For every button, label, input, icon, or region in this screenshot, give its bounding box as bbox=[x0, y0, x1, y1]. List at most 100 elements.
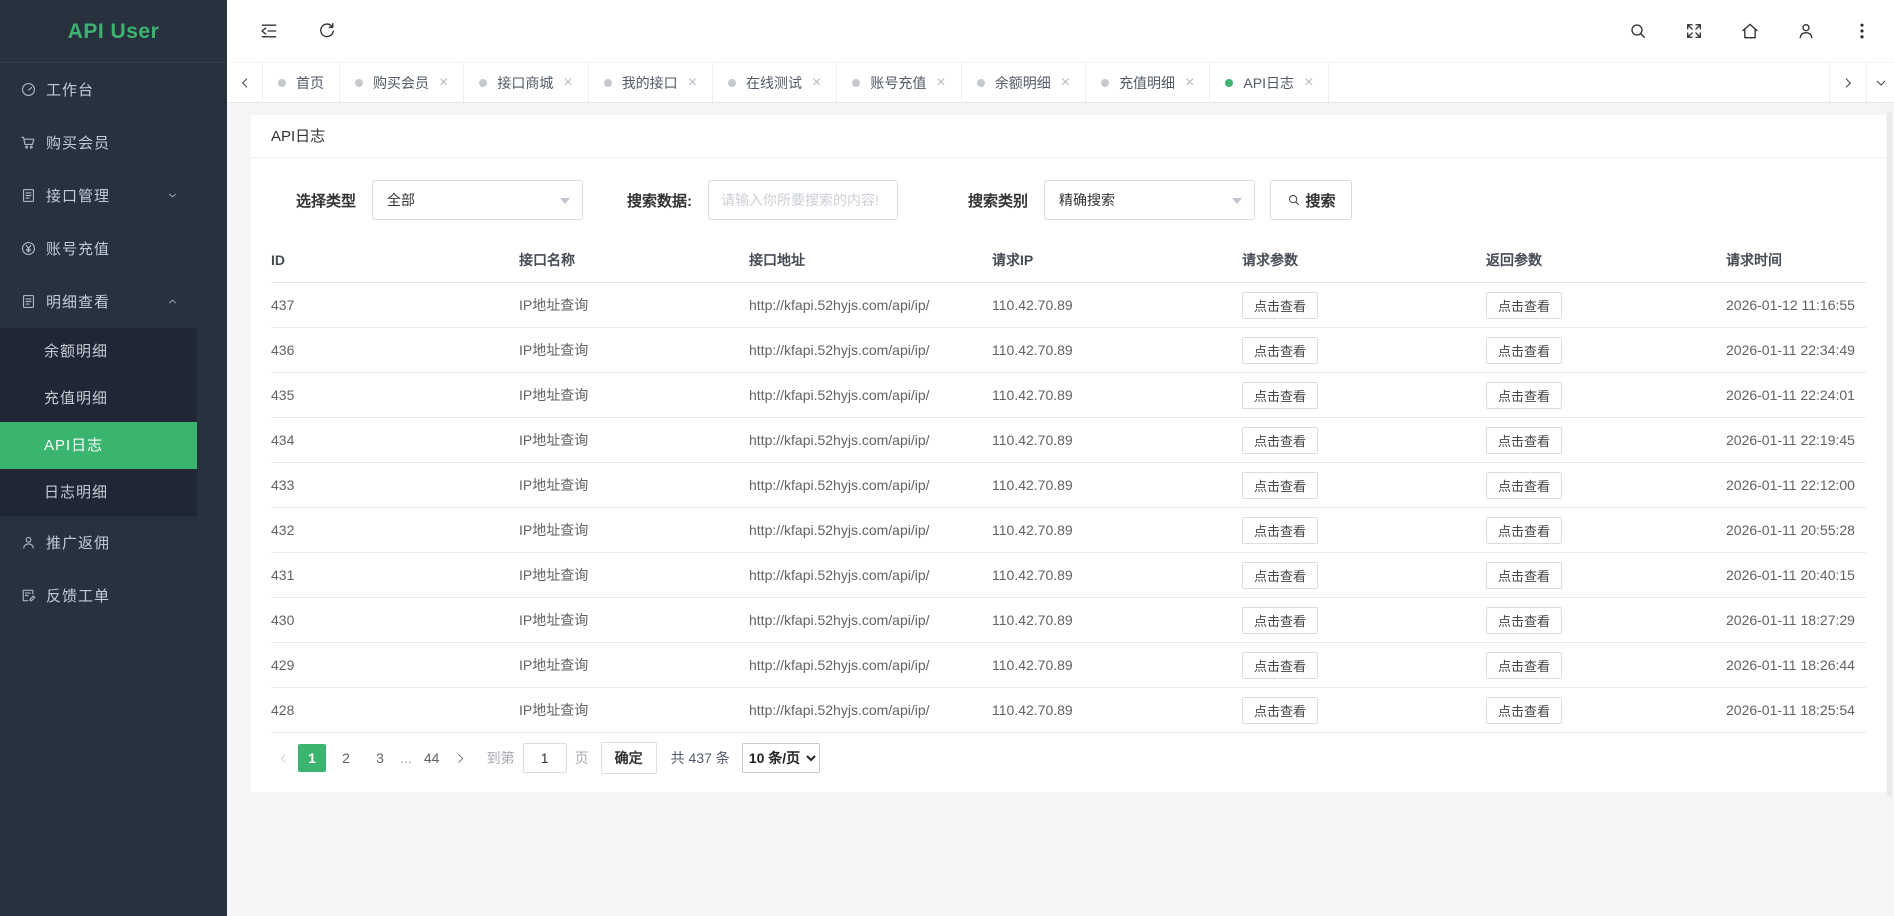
sidebar-item-promotion-rebate[interactable]: 推广返佣 bbox=[0, 516, 197, 569]
view-request-params-button[interactable]: 点击查看 bbox=[1242, 607, 1318, 634]
tab-options-chevron-icon[interactable] bbox=[1866, 63, 1894, 102]
tab-item-3[interactable]: 我的接口× bbox=[589, 63, 713, 102]
cell-id: 431 bbox=[271, 567, 519, 583]
view-response-params-button[interactable]: 点击查看 bbox=[1486, 382, 1562, 409]
page-prev-icon[interactable] bbox=[271, 744, 295, 772]
close-icon[interactable]: × bbox=[563, 75, 572, 91]
view-response-params-button[interactable]: 点击查看 bbox=[1486, 337, 1562, 364]
cell-request-params: 点击查看 bbox=[1242, 427, 1486, 454]
tab-scroll-right-icon[interactable] bbox=[1829, 63, 1866, 102]
view-request-params-button[interactable]: 点击查看 bbox=[1242, 337, 1318, 364]
column-header: 返回参数 bbox=[1486, 250, 1726, 270]
tab-item-6[interactable]: 余额明细× bbox=[962, 63, 1086, 102]
search-button[interactable]: 搜索 bbox=[1270, 180, 1352, 220]
chevron-up-icon bbox=[166, 295, 179, 308]
cell-time: 2026-01-11 22:12:00 bbox=[1726, 477, 1866, 493]
cell-time: 2026-01-11 22:19:45 bbox=[1726, 432, 1866, 448]
view-request-params-button[interactable]: 点击查看 bbox=[1242, 652, 1318, 679]
content-area: API日志 选择类型 全部 搜索数据: 搜索类别 精确搜索 bbox=[227, 103, 1894, 916]
view-response-params-button[interactable]: 点击查看 bbox=[1486, 607, 1562, 634]
tab-status-dot bbox=[728, 79, 736, 87]
view-response-params-button[interactable]: 点击查看 bbox=[1486, 562, 1562, 589]
cell-name: IP地址查询 bbox=[519, 475, 749, 495]
document-icon bbox=[20, 187, 37, 204]
view-request-params-button[interactable]: 点击查看 bbox=[1242, 382, 1318, 409]
view-request-params-button[interactable]: 点击查看 bbox=[1242, 697, 1318, 724]
view-request-params-button[interactable]: 点击查看 bbox=[1242, 472, 1318, 499]
table-row: 434IP地址查询http://kfapi.52hyjs.com/api/ip/… bbox=[271, 418, 1866, 463]
close-icon[interactable]: × bbox=[812, 75, 821, 91]
sidebar-item-buy-member[interactable]: 购买会员 bbox=[0, 116, 197, 169]
sidebar-item-detail-view[interactable]: 明细查看 bbox=[0, 275, 197, 328]
sidebar-subitem-api-log[interactable]: API日志 bbox=[0, 422, 197, 469]
page-number-3[interactable]: 3 bbox=[366, 744, 394, 772]
close-icon[interactable]: × bbox=[1304, 75, 1313, 91]
cell-request-params: 点击查看 bbox=[1242, 337, 1486, 364]
type-select[interactable]: 全部 bbox=[372, 180, 583, 220]
view-request-params-button[interactable]: 点击查看 bbox=[1242, 562, 1318, 589]
sidebar-item-account-recharge[interactable]: 账号充值 bbox=[0, 222, 197, 275]
close-icon[interactable]: × bbox=[936, 75, 945, 91]
category-select[interactable]: 精确搜索 bbox=[1044, 180, 1255, 220]
table-header-row: ID接口名称接口地址请求IP请求参数返回参数请求时间 bbox=[271, 238, 1866, 283]
cell-request-params: 点击查看 bbox=[1242, 607, 1486, 634]
search-data-label: 搜索数据: bbox=[627, 190, 692, 211]
sidebar-submenu: 余额明细充值明细API日志日志明细 bbox=[0, 328, 197, 516]
tab-item-1[interactable]: 购买会员 × bbox=[340, 63, 464, 102]
view-request-params-button[interactable]: 点击查看 bbox=[1242, 292, 1318, 319]
page-next-icon[interactable] bbox=[449, 744, 473, 772]
sidebar-subitem-log-detail[interactable]: 日志明细 bbox=[0, 469, 197, 516]
fullscreen-icon[interactable] bbox=[1684, 21, 1704, 41]
cell-name: IP地址查询 bbox=[519, 655, 749, 675]
close-icon[interactable]: × bbox=[688, 75, 697, 91]
sidebar-item-feedback-ticket[interactable]: 反馈工单 bbox=[0, 569, 197, 622]
yuan-icon bbox=[20, 240, 37, 257]
cell-request-params: 点击查看 bbox=[1242, 652, 1486, 679]
tab-item-4[interactable]: 在线测试× bbox=[713, 63, 837, 102]
tab-home[interactable]: 首页 bbox=[263, 63, 340, 102]
view-response-params-button[interactable]: 点击查看 bbox=[1486, 472, 1562, 499]
tab-label: 购买会员 bbox=[373, 73, 429, 93]
api-log-card: API日志 选择类型 全部 搜索数据: 搜索类别 精确搜索 bbox=[251, 115, 1886, 792]
cell-url: http://kfapi.52hyjs.com/api/ip/ bbox=[749, 387, 992, 403]
close-icon[interactable]: × bbox=[439, 75, 448, 91]
view-response-params-button[interactable]: 点击查看 bbox=[1486, 517, 1562, 544]
per-page-select[interactable]: 10 条/页 bbox=[742, 743, 820, 773]
sidebar-item-workbench[interactable]: 工作台 bbox=[0, 63, 197, 116]
view-response-params-button[interactable]: 点击查看 bbox=[1486, 652, 1562, 679]
close-icon[interactable]: × bbox=[1185, 75, 1194, 91]
cell-name: IP地址查询 bbox=[519, 340, 749, 360]
vertical-scrollbar[interactable] bbox=[1887, 111, 1892, 797]
search-category-label: 搜索类别 bbox=[968, 190, 1028, 211]
collapse-menu-icon[interactable] bbox=[259, 21, 279, 41]
home-icon[interactable] bbox=[1740, 21, 1760, 41]
close-icon[interactable]: × bbox=[1061, 75, 1070, 91]
tab-item-7[interactable]: 充值明细× bbox=[1086, 63, 1210, 102]
cell-time: 2026-01-12 11:16:55 bbox=[1726, 297, 1866, 313]
user-icon[interactable] bbox=[1796, 21, 1816, 41]
search-icon[interactable] bbox=[1628, 21, 1648, 41]
page-number-2[interactable]: 2 bbox=[332, 744, 360, 772]
sidebar-item-api-manage[interactable]: 接口管理 bbox=[0, 169, 197, 222]
view-response-params-button[interactable]: 点击查看 bbox=[1486, 427, 1562, 454]
page-number-1[interactable]: 1 bbox=[298, 744, 326, 772]
page-number-44[interactable]: 44 bbox=[418, 744, 446, 772]
more-vertical-icon[interactable] bbox=[1852, 21, 1872, 41]
confirm-button[interactable]: 确定 bbox=[601, 742, 657, 774]
sidebar-item-label: 账号充值 bbox=[46, 238, 110, 259]
view-response-params-button[interactable]: 点击查看 bbox=[1486, 292, 1562, 319]
goto-page-input[interactable] bbox=[523, 743, 567, 773]
sidebar-subitem-recharge-detail[interactable]: 充值明细 bbox=[0, 375, 197, 422]
sidebar-subitem-balance-detail[interactable]: 余额明细 bbox=[0, 328, 197, 375]
tab-item-2[interactable]: 接口商城× bbox=[464, 63, 588, 102]
tab-item-8[interactable]: API日志× bbox=[1210, 63, 1329, 102]
view-request-params-button[interactable]: 点击查看 bbox=[1242, 427, 1318, 454]
category-select-value: 精确搜索 bbox=[1059, 190, 1115, 210]
view-response-params-button[interactable]: 点击查看 bbox=[1486, 697, 1562, 724]
tab-scroll-left-icon[interactable] bbox=[227, 63, 263, 102]
cell-time: 2026-01-11 18:27:29 bbox=[1726, 612, 1866, 628]
search-input[interactable] bbox=[708, 180, 898, 220]
tab-item-5[interactable]: 账号充值× bbox=[837, 63, 961, 102]
view-request-params-button[interactable]: 点击查看 bbox=[1242, 517, 1318, 544]
refresh-icon[interactable] bbox=[317, 21, 337, 41]
